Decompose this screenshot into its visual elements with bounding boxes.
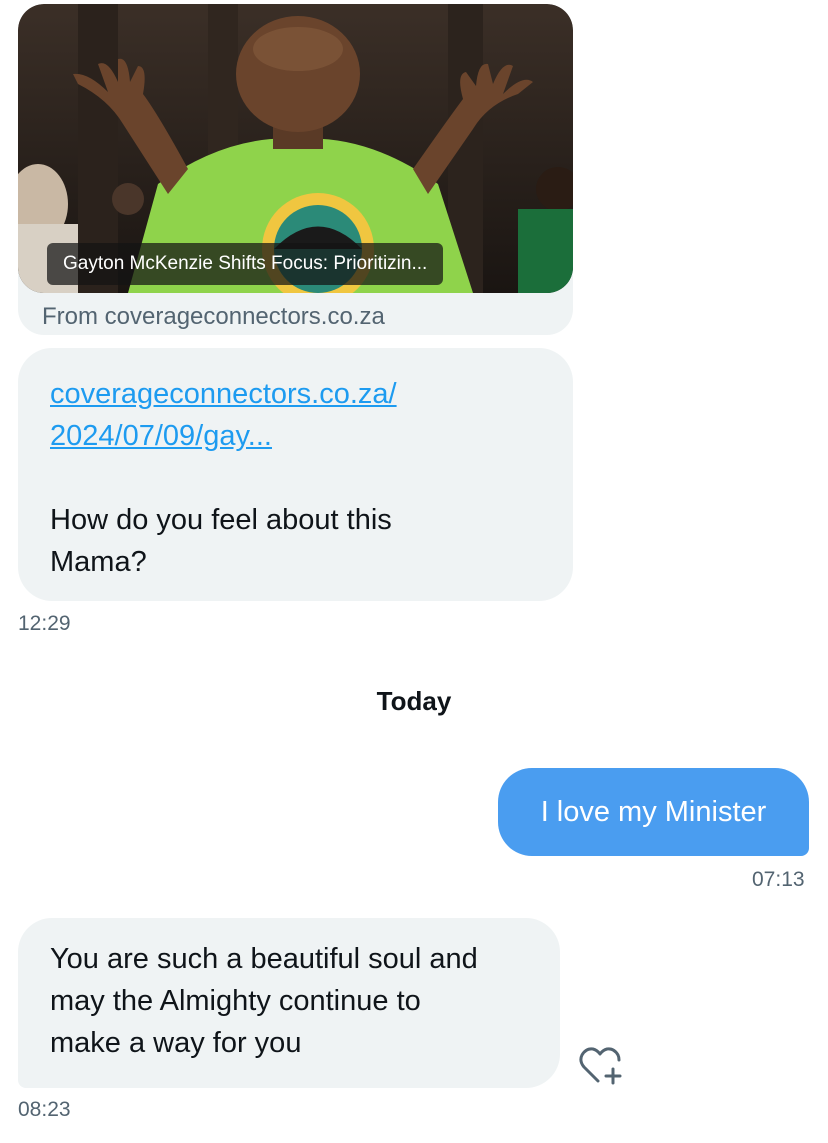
link-preview-image: Gayton McKenzie Shifts Focus: Prioritizi…: [18, 4, 573, 293]
day-separator: Today: [376, 686, 452, 716]
message-timestamp: 07:13: [752, 868, 805, 891]
heart-plus-icon[interactable]: [578, 1045, 624, 1087]
link-preview-title: Gayton McKenzie Shifts Focus: Prioritizi…: [47, 243, 444, 285]
message-link-line1[interactable]: coverageconnectors.co.za/: [50, 373, 550, 415]
message-timestamp: 08:23: [18, 1098, 71, 1121]
incoming-message-bubble: You are such a beautiful soul and may th…: [18, 918, 560, 1088]
outgoing-message-bubble: I love my Minister: [498, 768, 809, 856]
message-link-line2[interactable]: 2024/07/09/gay...: [50, 415, 550, 457]
link-preview-card[interactable]: Gayton McKenzie Shifts Focus: Prioritizi…: [18, 4, 573, 335]
message-text-line3: make a way for you: [50, 1027, 302, 1059]
message-text-line2: Mama?: [50, 546, 147, 578]
incoming-message-bubble: coverageconnectors.co.za/ 2024/07/09/gay…: [18, 348, 573, 601]
message-text-line1: How do you feel about this: [50, 504, 392, 536]
message-timestamp: 12:29: [18, 612, 71, 635]
message-text-line2: may the Almighty continue to: [50, 985, 421, 1017]
message-text-line1: You are such a beautiful soul and: [50, 943, 478, 975]
link-preview-source: From coverageconnectors.co.za: [42, 303, 385, 330]
